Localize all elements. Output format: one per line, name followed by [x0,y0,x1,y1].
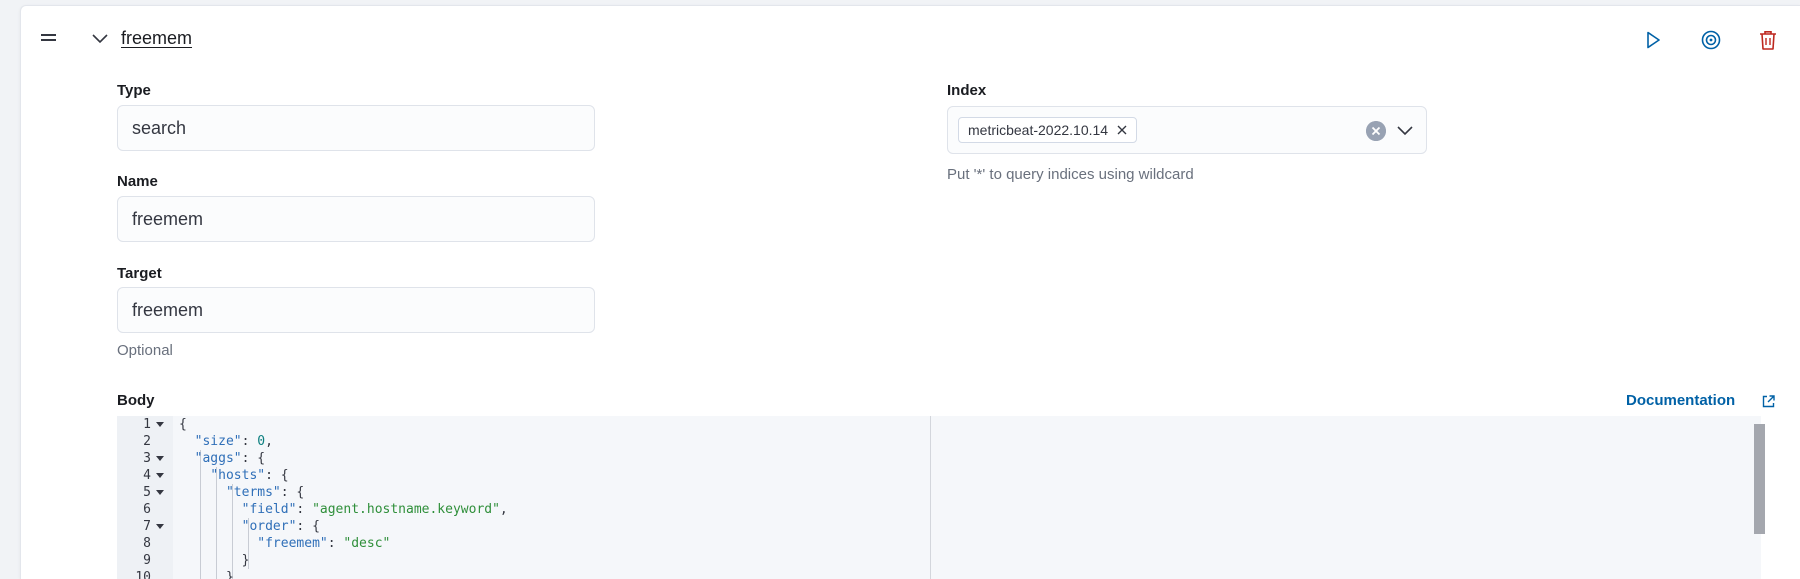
code-token: "freemem" [257,536,328,551]
chevron-down-icon[interactable] [1396,122,1414,140]
line-number: 8 [143,536,151,551]
code-line: "field": "agent.hostname.keyword", [179,501,508,518]
external-link-icon[interactable] [1761,394,1776,409]
code-line: "terms": { [179,484,304,501]
code-line: "size": 0, [179,433,273,450]
code-token: "order" [241,519,297,534]
code-editor[interactable]: 1 2 3 4 5 6 7 8 9 10 { "size": 0, "aggs": { "host… [117,416,1761,579]
line-number: 2 [143,434,151,449]
fold-toggle-icon[interactable] [156,456,164,461]
code-token: "field" [241,502,297,517]
code-token: "terms" [225,485,281,500]
editor-scrollbar[interactable] [1754,424,1765,534]
index-pill: metricbeat-2022.10.14 [958,117,1138,143]
type-label: Type [117,82,151,99]
code-token: , [499,502,508,517]
code-token: 0 [257,434,266,449]
body-label: Body [117,392,155,409]
close-icon[interactable] [1116,124,1128,136]
index-label: Index [947,82,987,99]
code-token: : [327,536,344,551]
clear-icon[interactable] [1366,121,1386,141]
fold-toggle-icon[interactable] [156,490,164,495]
code-line: "aggs": { [179,450,265,467]
drag-handle-icon[interactable] [41,34,57,42]
line-number: 1 [143,417,151,432]
query-name-toggle[interactable]: freemem [121,28,192,49]
code-token: : { [296,519,320,534]
code-token: "hosts" [210,468,266,483]
chevron-down-icon[interactable] [91,30,109,48]
code-line: "order": { [179,518,320,535]
target-label: Target [117,265,162,282]
documentation-link[interactable]: Documentation [1626,392,1735,409]
code-token: : [241,434,258,449]
code-line: "freemem": "desc" [179,535,390,552]
code-line: "hosts": { [179,467,289,484]
code-token: , [265,434,273,449]
code-token: "size" [194,434,242,449]
index-combobox[interactable]: metricbeat-2022.10.14 [947,106,1427,154]
line-number: 7 [143,519,151,534]
target-field[interactable]: freemem [117,287,595,333]
code-token: "desc" [343,536,391,551]
line-number: 3 [143,451,151,466]
code-token: : { [241,451,266,466]
code-token: { [179,417,187,432]
fold-toggle-icon[interactable] [156,524,164,529]
type-field[interactable]: search [117,105,595,151]
print-margin [930,416,931,579]
code-line: } [179,552,250,569]
index-pill-label: metricbeat-2022.10.14 [968,122,1109,138]
target-help-text: Optional [117,342,173,359]
name-label: Name [117,173,158,190]
code-token: "aggs" [194,451,242,466]
line-number: 4 [143,468,151,483]
code-token: : [296,502,313,517]
code-token: "agent.hostname.keyword" [312,502,500,517]
line-number: 5 [143,485,151,500]
play-icon[interactable] [1642,29,1664,51]
target-icon[interactable] [1700,29,1722,51]
editor-gutter: 1 2 3 4 5 6 7 8 9 10 [117,416,173,579]
code-token: : { [265,468,289,483]
code-line: { [179,416,187,433]
line-number: 6 [143,502,151,517]
line-number: 9 [143,553,151,568]
fold-toggle-icon[interactable] [156,473,164,478]
name-field[interactable]: freemem [117,196,595,242]
code-token: } [179,553,250,568]
fold-toggle-icon[interactable] [156,422,164,427]
trash-icon[interactable] [1757,29,1779,51]
index-help-text: Put '*' to query indices using wildcard [947,166,1194,183]
query-editor-panel: freemem Type search Name freemem Target … [20,5,1800,579]
code-token: : { [280,485,305,500]
